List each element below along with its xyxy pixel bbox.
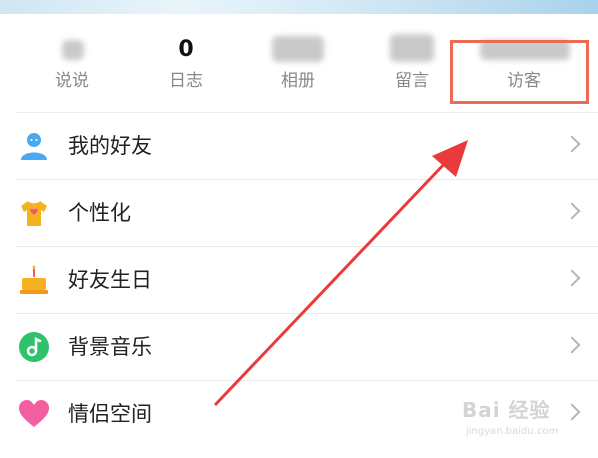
annotation-arrow [213, 140, 468, 407]
baidu-watermark: Bai 经验 jingyan.baidu.com [462, 392, 592, 444]
arrow-shaft [213, 158, 450, 407]
watermark-logo: Bai 经验 [462, 398, 551, 422]
watermark-url: jingyan.baidu.com [466, 426, 559, 437]
